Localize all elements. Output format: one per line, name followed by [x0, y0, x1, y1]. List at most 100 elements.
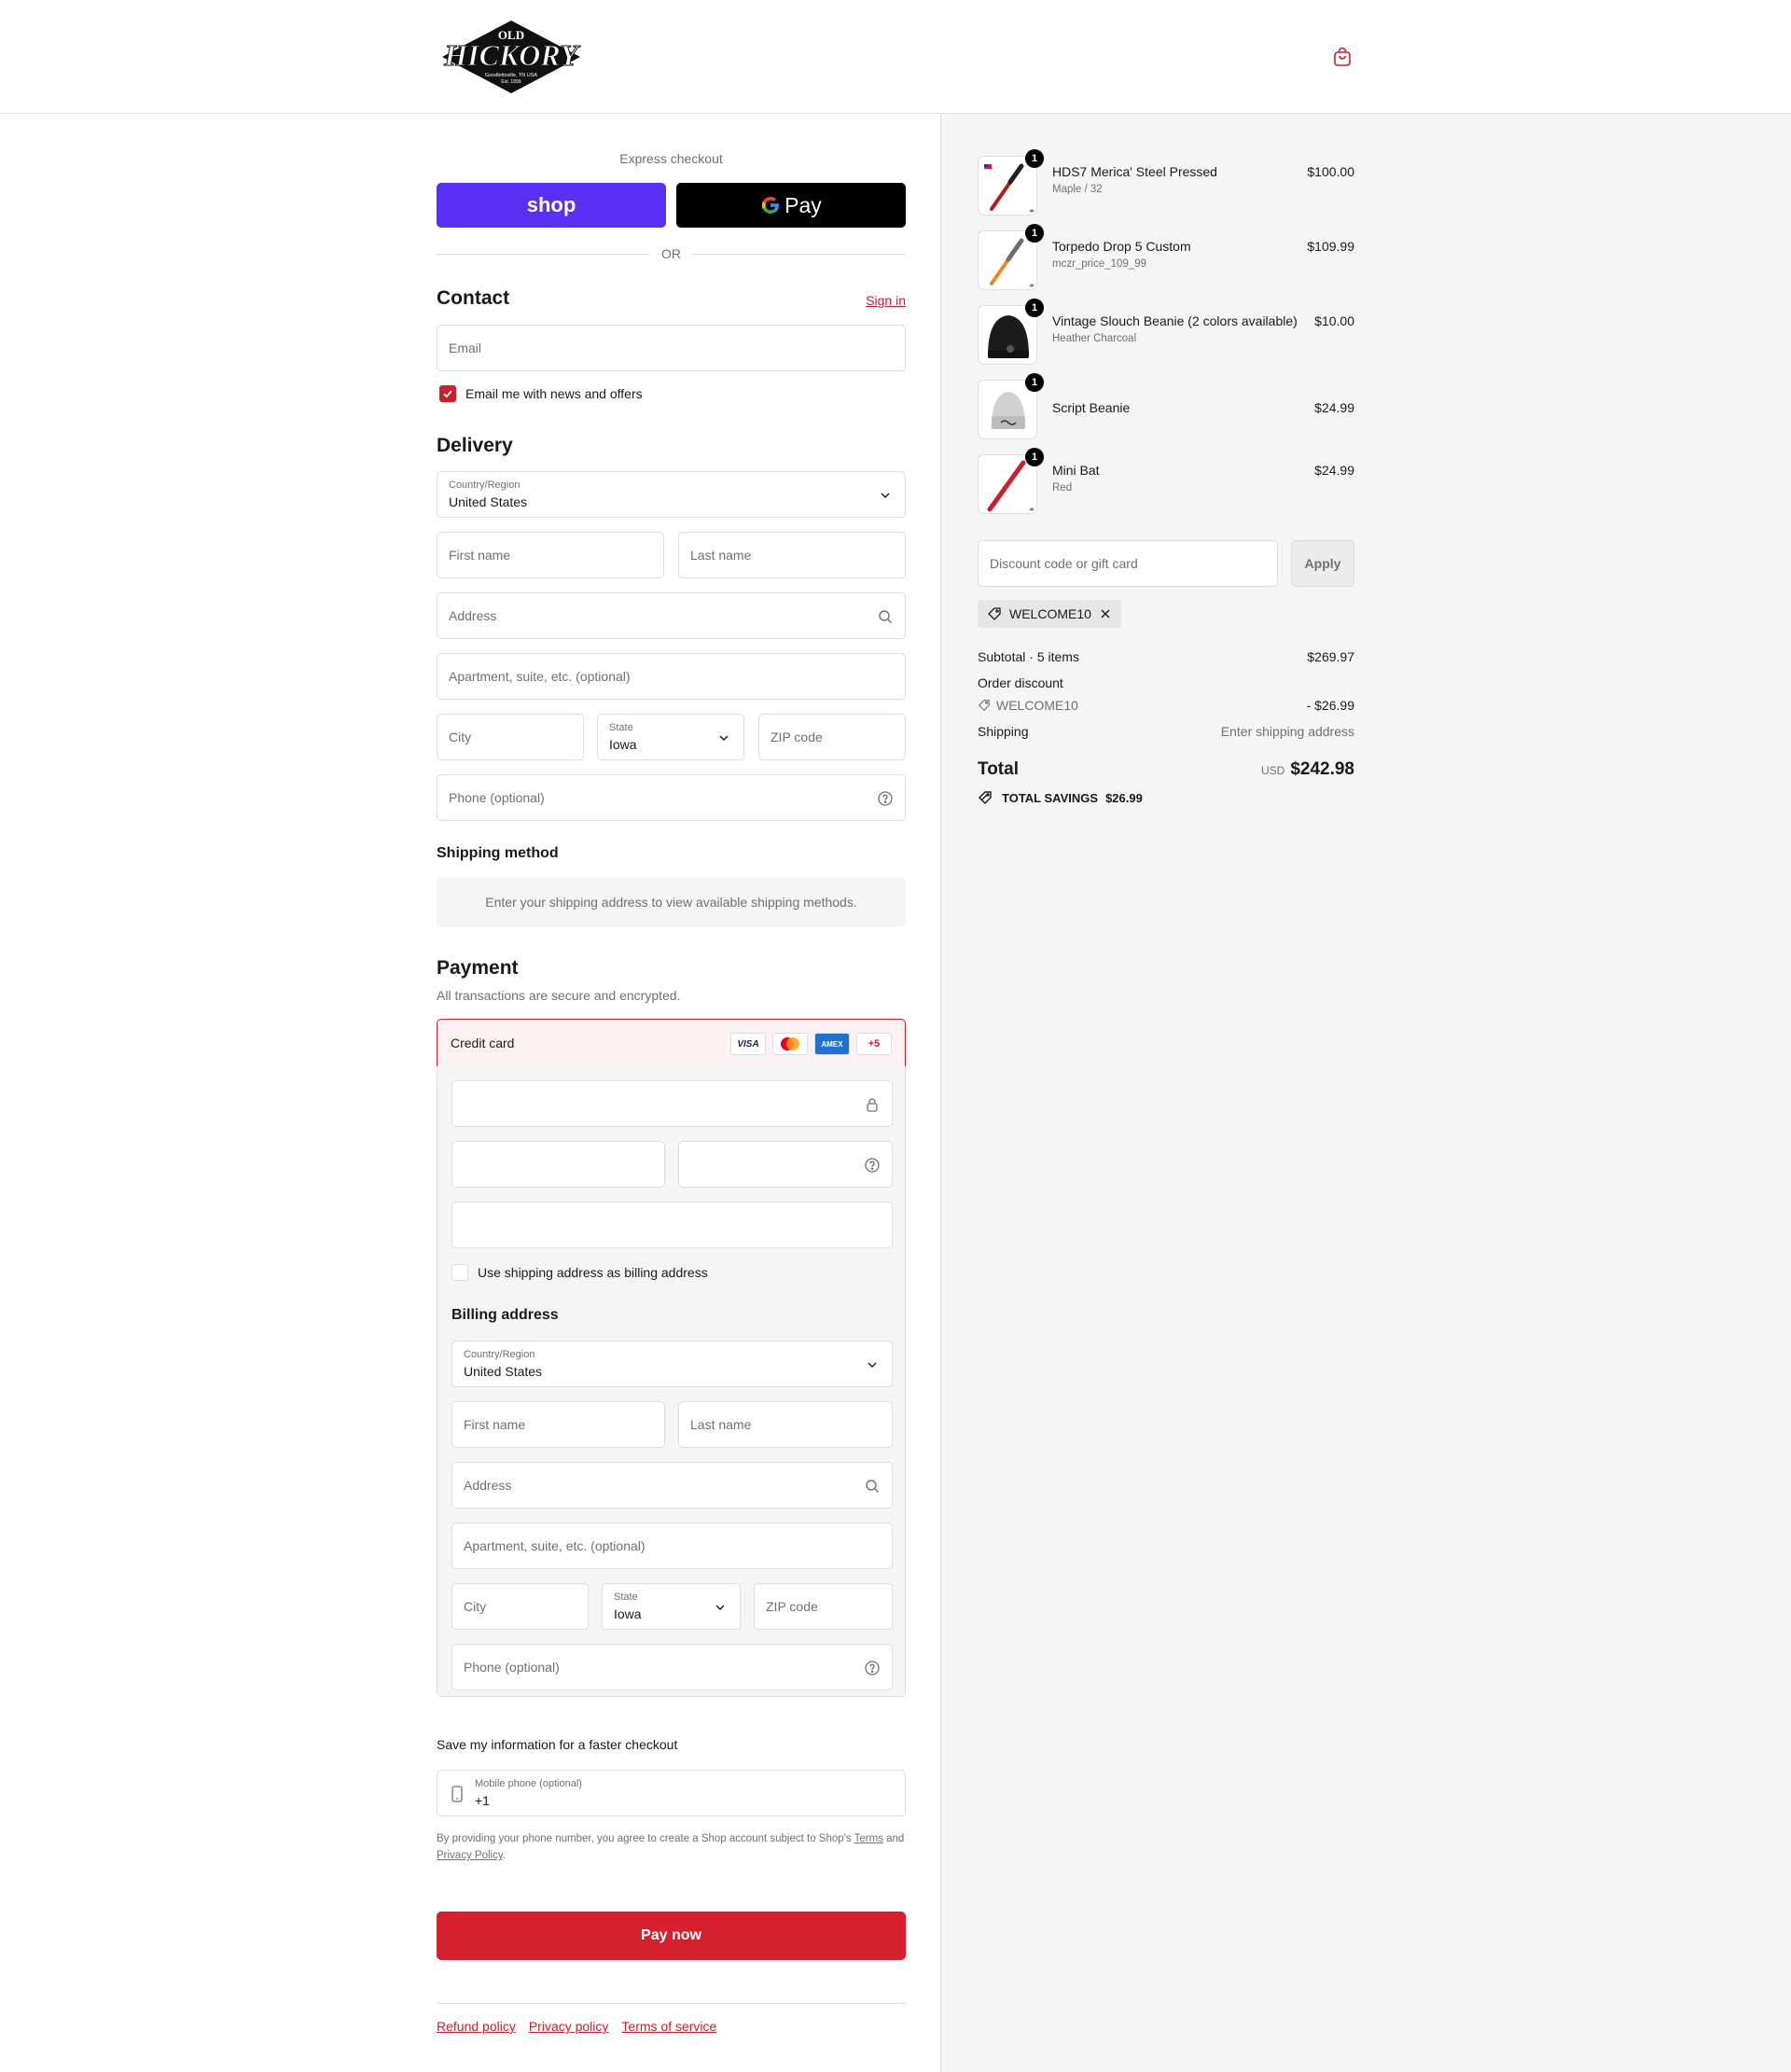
contact-heading: Contact	[437, 287, 510, 309]
shop-privacy-link[interactable]: Privacy Policy	[437, 1850, 503, 1861]
cart-item: 1 Script Beanie $24.99	[978, 373, 1354, 441]
news-offers-checkbox-row[interactable]: Email me with news and offers	[439, 385, 643, 402]
billing-same-checkbox-row[interactable]: Use shipping address as billing address	[451, 1264, 708, 1281]
billing-same-checkbox[interactable]	[451, 1264, 468, 1281]
billing-first-name-field[interactable]: First name	[451, 1401, 665, 1448]
credit-card-form: Use shipping address as billing address …	[437, 1066, 906, 1697]
product-price: $10.00	[1314, 313, 1354, 328]
savings-label: TOTAL SAVINGS	[1002, 790, 1099, 805]
billing-apartment-field[interactable]: Apartment, suite, etc. (optional)	[451, 1523, 893, 1569]
country-label: Country/Region	[449, 480, 521, 491]
visa-icon: VISA	[730, 1033, 766, 1055]
subtotal-value: $269.97	[1307, 649, 1354, 664]
country-select[interactable]: Country/Region United States	[437, 471, 906, 518]
mobile-phone-field[interactable]: Mobile phone (optional) +1	[437, 1770, 906, 1816]
more-cards-badge[interactable]: +5	[856, 1033, 892, 1055]
apartment-field[interactable]: Apartment, suite, etc. (optional)	[437, 653, 906, 700]
header: OLD HICKORY Goodlettsville, TN USA Est. …	[0, 0, 1791, 114]
footer-divider	[437, 2003, 906, 2004]
billing-address-field[interactable]: Address	[451, 1462, 893, 1509]
mobile-phone-icon	[451, 1786, 463, 1802]
express-checkout-label: Express checkout	[619, 151, 723, 166]
terms-of-service-link[interactable]: Terms of service	[621, 2019, 716, 2034]
expiration-date-field[interactable]	[451, 1141, 665, 1188]
discount-code-field[interactable]: Discount code or gift card	[978, 540, 1278, 587]
city-field[interactable]: City	[437, 714, 584, 760]
product-name: Torpedo Drop 5 Custom	[1052, 239, 1191, 254]
sign-in-link[interactable]: Sign in	[866, 293, 906, 308]
old-hickory-logo[interactable]: OLD HICKORY Goodlettsville, TN USA Est. …	[437, 19, 586, 95]
billing-city-field[interactable]: City	[451, 1583, 589, 1630]
shipping-method-heading: Shipping method	[437, 845, 559, 861]
apply-discount-button[interactable]: Apply	[1291, 540, 1354, 587]
help-circle-icon[interactable]	[864, 1660, 881, 1676]
google-pay-button[interactable]: Pay	[676, 183, 906, 228]
shop-pay-button[interactable]: shop	[437, 183, 666, 228]
news-offers-checkbox[interactable]	[439, 385, 456, 402]
product-name: HDS7 Merica' Steel Pressed	[1052, 164, 1217, 179]
cart-item: 1 Torpedo Drop 5 Custom mczr_price_109_9…	[978, 224, 1354, 292]
product-variant: Heather Charcoal	[1052, 333, 1137, 344]
product-variant: Red	[1052, 482, 1073, 494]
email-field[interactable]: Email	[437, 325, 906, 371]
subtotal-row: Subtotal · 5 items $269.97	[978, 649, 1354, 664]
billing-address-heading: Billing address	[451, 1307, 559, 1323]
product-name: Vintage Slouch Beanie (2 colors availabl…	[1052, 313, 1298, 328]
phone-field[interactable]: Phone (optional)	[437, 774, 906, 821]
discount-code-label: WELCOME10	[996, 698, 1078, 713]
news-offers-label: Email me with news and offers	[465, 386, 643, 401]
credit-card-option[interactable]: Credit card VISA AMEX +5	[437, 1019, 906, 1067]
help-circle-icon[interactable]	[864, 1157, 881, 1174]
email-placeholder: Email	[449, 341, 482, 355]
logo-est-text: Est. 1899	[501, 79, 521, 85]
refund-policy-link[interactable]: Refund policy	[437, 2019, 516, 2034]
legal-and: and	[886, 1833, 905, 1844]
pay-now-button[interactable]: Pay now	[437, 1912, 906, 1960]
search-icon	[879, 610, 892, 623]
savings-tag-icon	[979, 791, 992, 804]
shop-pay-label: shop	[526, 193, 576, 216]
shipping-value: Enter shipping address	[1220, 724, 1354, 739]
applied-discount-chip: WELCOME10	[978, 600, 1121, 628]
first-name-field[interactable]: First name	[437, 532, 664, 578]
security-code-field[interactable]	[678, 1141, 893, 1188]
state-select[interactable]: State Iowa	[597, 714, 744, 760]
billing-phone-field[interactable]: Phone (optional)	[451, 1644, 893, 1690]
shop-terms-link[interactable]: Terms	[854, 1833, 883, 1844]
tag-icon	[988, 607, 1001, 620]
address-field[interactable]: Address	[437, 592, 906, 639]
discount-code-info: WELCOME10	[978, 698, 1078, 713]
zip-field[interactable]: ZIP code	[758, 714, 906, 760]
chevron-down-icon	[868, 1362, 877, 1368]
product-thumbnail: 1	[978, 149, 1044, 216]
product-name: Script Beanie	[1052, 400, 1131, 415]
address-placeholder: Address	[449, 608, 497, 623]
billing-country-select[interactable]: Country/Region United States	[451, 1341, 893, 1387]
product-thumbnail: 1	[978, 373, 1044, 439]
billing-state-select[interactable]: State Iowa	[602, 1583, 741, 1630]
savings-value: $26.99	[1105, 790, 1143, 805]
billing-zip-field[interactable]: ZIP code	[754, 1583, 893, 1630]
privacy-policy-link[interactable]: Privacy policy	[529, 2019, 609, 2034]
or-label: OR	[661, 246, 681, 261]
name-on-card-field[interactable]	[451, 1202, 893, 1248]
shipping-label: Shipping	[978, 724, 1029, 739]
shopping-bag-icon[interactable]	[1332, 47, 1353, 67]
quantity-badge: 1	[1025, 224, 1044, 243]
help-circle-icon[interactable]	[877, 790, 894, 807]
last-name-field[interactable]: Last name	[678, 532, 906, 578]
billing-last-name-field[interactable]: Last name	[678, 1401, 893, 1448]
zip-placeholder: ZIP code	[771, 730, 823, 744]
cart-item: 1 HDS7 Merica' Steel Pressed Maple / 32 …	[978, 149, 1354, 217]
logo-sub-text: Goodlettsville, TN USA	[485, 73, 537, 78]
billing-first-name-placeholder: First name	[464, 1417, 526, 1432]
card-number-field[interactable]	[451, 1080, 893, 1127]
first-name-placeholder: First name	[449, 548, 511, 563]
applied-code-label: WELCOME10	[1009, 606, 1091, 621]
billing-apartment-placeholder: Apartment, suite, etc. (optional)	[464, 1538, 646, 1553]
close-icon[interactable]	[1099, 607, 1112, 620]
product-variant: mczr_price_109_99	[1052, 258, 1147, 270]
footer-links: Refund policy Privacy policy Terms of se…	[437, 2019, 716, 2034]
currency-code: USD	[1260, 764, 1285, 777]
amex-icon: AMEX	[814, 1033, 850, 1055]
